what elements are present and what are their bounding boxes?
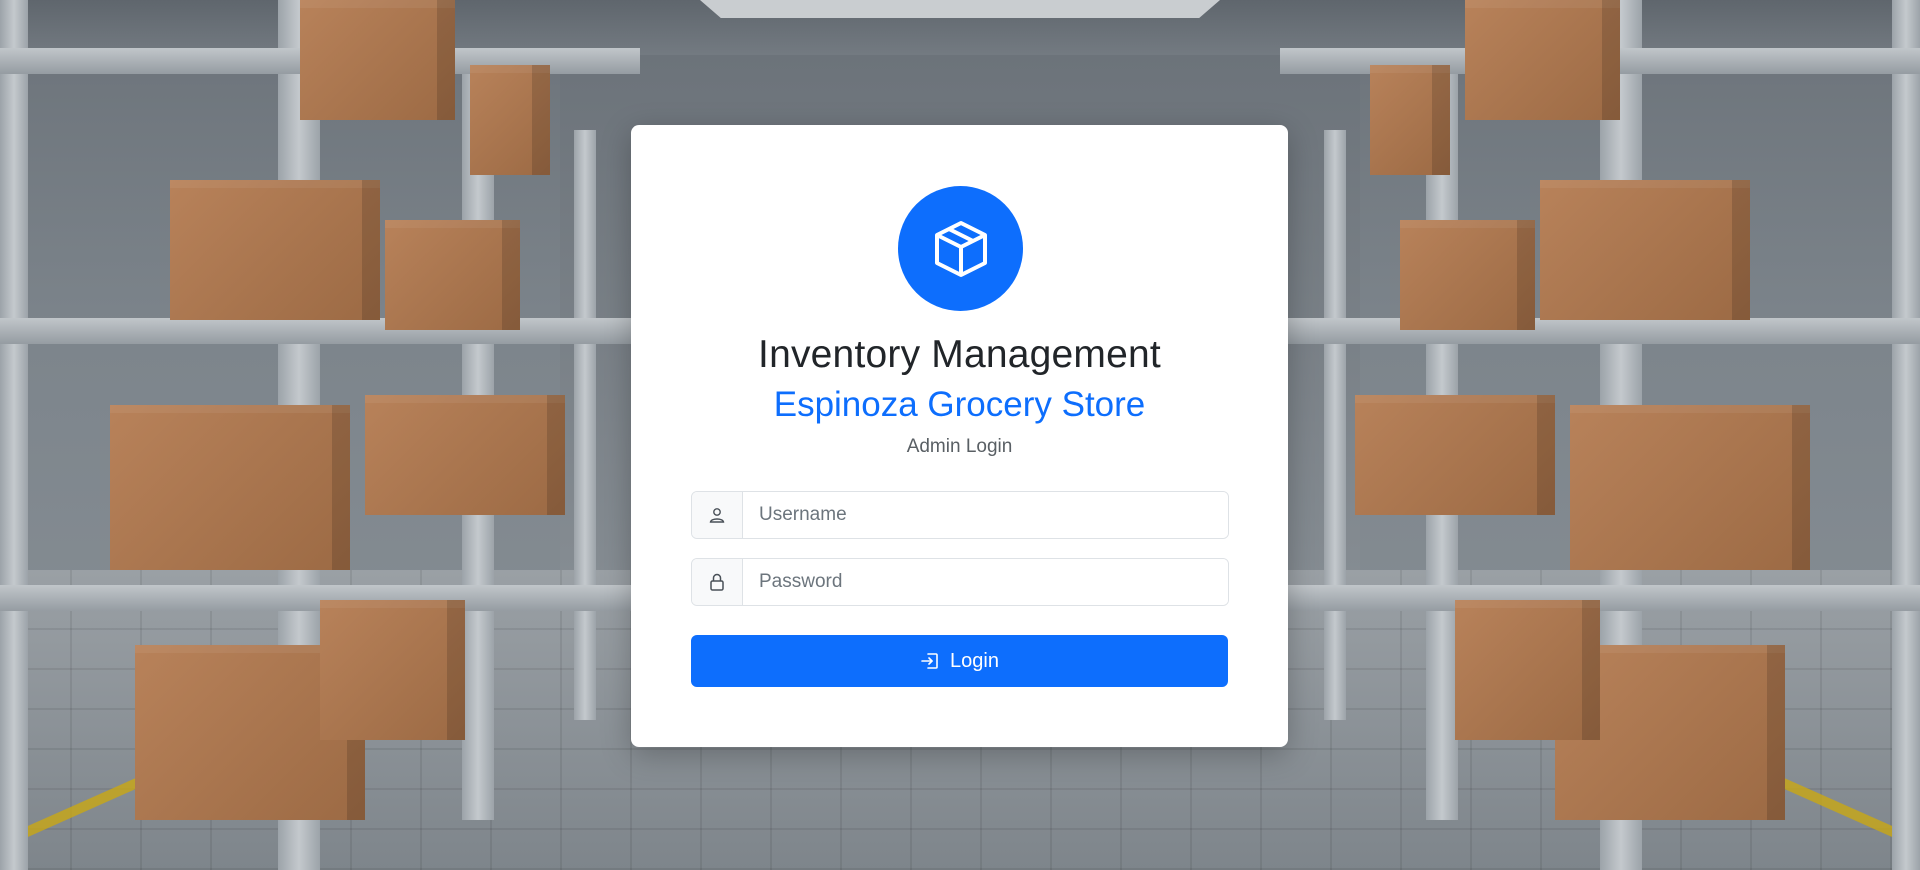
username-input[interactable] <box>743 492 1228 538</box>
box-icon <box>934 220 987 277</box>
cardboard-box <box>1540 180 1750 320</box>
shelf-right <box>1280 0 1920 870</box>
cardboard-box <box>1465 0 1620 120</box>
login-arrow-icon <box>921 653 938 669</box>
shelf-deck <box>1280 318 1920 344</box>
cardboard-box <box>110 405 350 570</box>
ceiling-light <box>700 0 1220 18</box>
login-button[interactable]: Login <box>691 635 1228 687</box>
cardboard-box <box>1370 65 1450 175</box>
page-title: Inventory Management <box>758 333 1161 376</box>
shelf-post <box>1892 0 1920 870</box>
password-input[interactable] <box>743 559 1228 605</box>
cardboard-box <box>1400 220 1535 330</box>
login-button-label: Login <box>950 649 999 672</box>
shelf-deck <box>0 318 640 344</box>
user-icon <box>692 492 743 538</box>
lock-icon <box>692 559 743 605</box>
cardboard-box <box>1570 405 1810 570</box>
shelf-left <box>0 0 640 870</box>
store-name: Espinoza Grocery Store <box>773 385 1146 424</box>
shelf-post <box>0 0 28 870</box>
shelf-deck <box>1280 585 1920 611</box>
shelf-post <box>574 130 596 720</box>
password-group <box>691 558 1229 606</box>
cardboard-box <box>365 395 565 515</box>
login-caption: Admin Login <box>906 436 1013 457</box>
cardboard-box <box>320 600 465 740</box>
cardboard-box <box>1355 395 1555 515</box>
cardboard-box <box>170 180 380 320</box>
logo-badge <box>898 186 1023 311</box>
shelf-post <box>1324 130 1346 720</box>
cardboard-box <box>470 65 550 175</box>
login-card: Inventory Management Espinoza Grocery St… <box>631 125 1288 747</box>
cardboard-box <box>300 0 455 120</box>
cardboard-box <box>1455 600 1600 740</box>
cardboard-box <box>385 220 520 330</box>
username-group <box>691 491 1229 539</box>
